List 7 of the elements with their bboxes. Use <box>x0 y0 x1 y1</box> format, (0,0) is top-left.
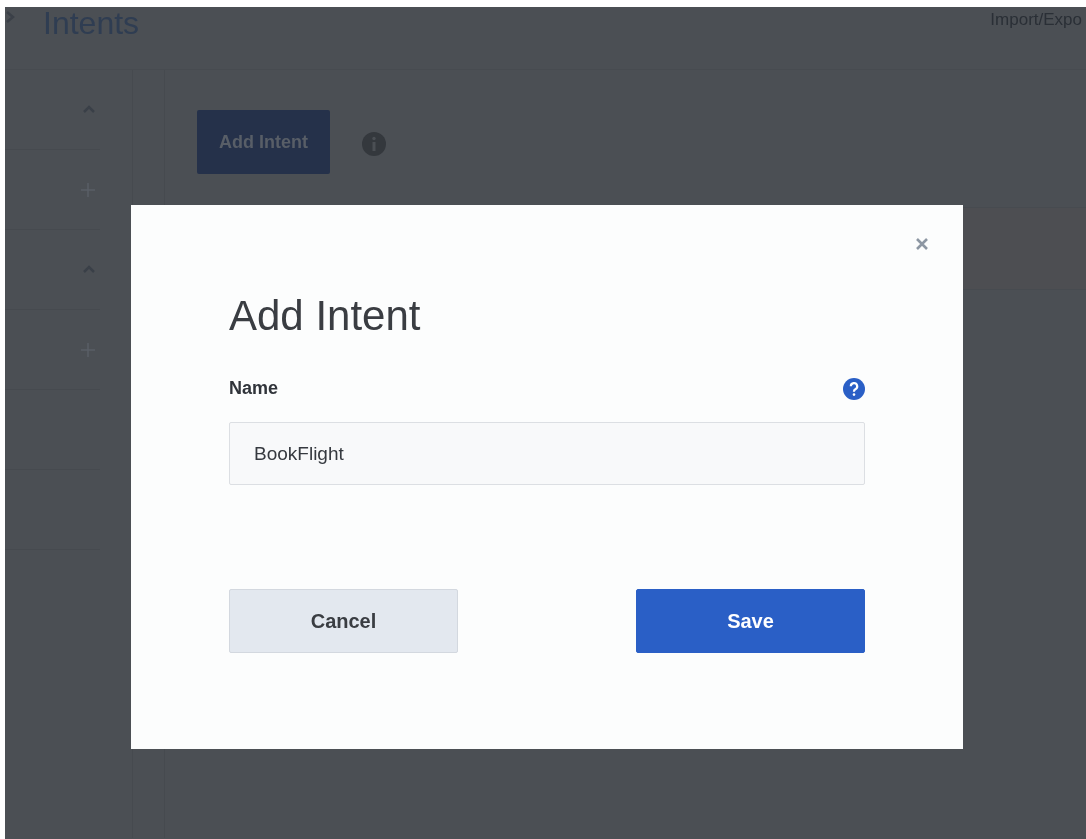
field-label: Name <box>229 377 279 401</box>
dialog-title: Add Intent <box>229 291 422 341</box>
name-input-field[interactable]: BookFlight <box>229 422 865 486</box>
help-icon[interactable] <box>843 377 865 400</box>
info-icon[interactable] <box>362 132 386 156</box>
save-button[interactable]: Save <box>636 589 865 654</box>
cancel-button[interactable]: Cancel <box>229 589 458 654</box>
